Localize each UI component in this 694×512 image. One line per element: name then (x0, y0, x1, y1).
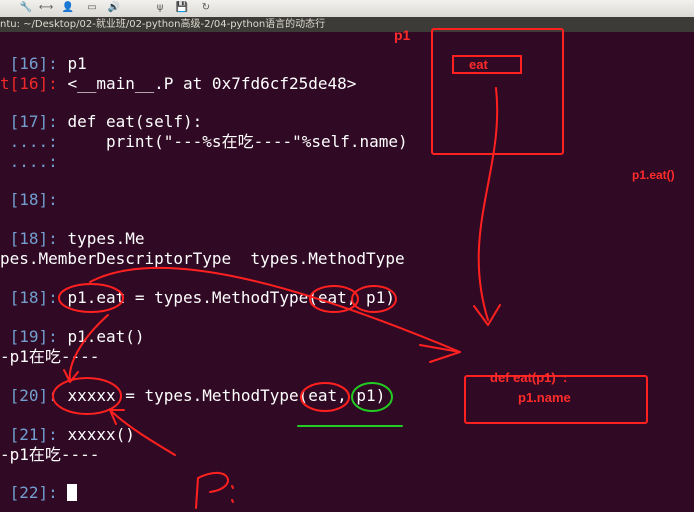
circle-xxxxx (52, 377, 122, 415)
annotation-eat-label: eat (452, 55, 522, 74)
annotation-def-eat: def eat(p1) : (490, 370, 568, 385)
scribble-p-stem (195, 477, 199, 509)
arrow-eat-to-def (477, 87, 499, 321)
object-box-annotation (431, 28, 564, 155)
circle-p1-eat (58, 283, 124, 313)
annotation-overlay (52, 28, 648, 509)
annotation-p1-name: p1.name (518, 390, 571, 405)
annotation-p1-eat-call: p1.eat() (632, 168, 675, 182)
arrowhead-p1-eat-to-def (419, 344, 461, 363)
arrow-from-note (111, 411, 176, 456)
circle-eat-2 (300, 382, 350, 412)
arrow-to-xxxxx (68, 314, 109, 381)
arrow-p1-eat-to-def (89, 266, 461, 353)
annotation-p1-label: p1 (394, 27, 411, 43)
scribble-p-bowl (197, 471, 229, 493)
scribble-colon (231, 485, 234, 503)
circle-p1-green (351, 382, 393, 412)
